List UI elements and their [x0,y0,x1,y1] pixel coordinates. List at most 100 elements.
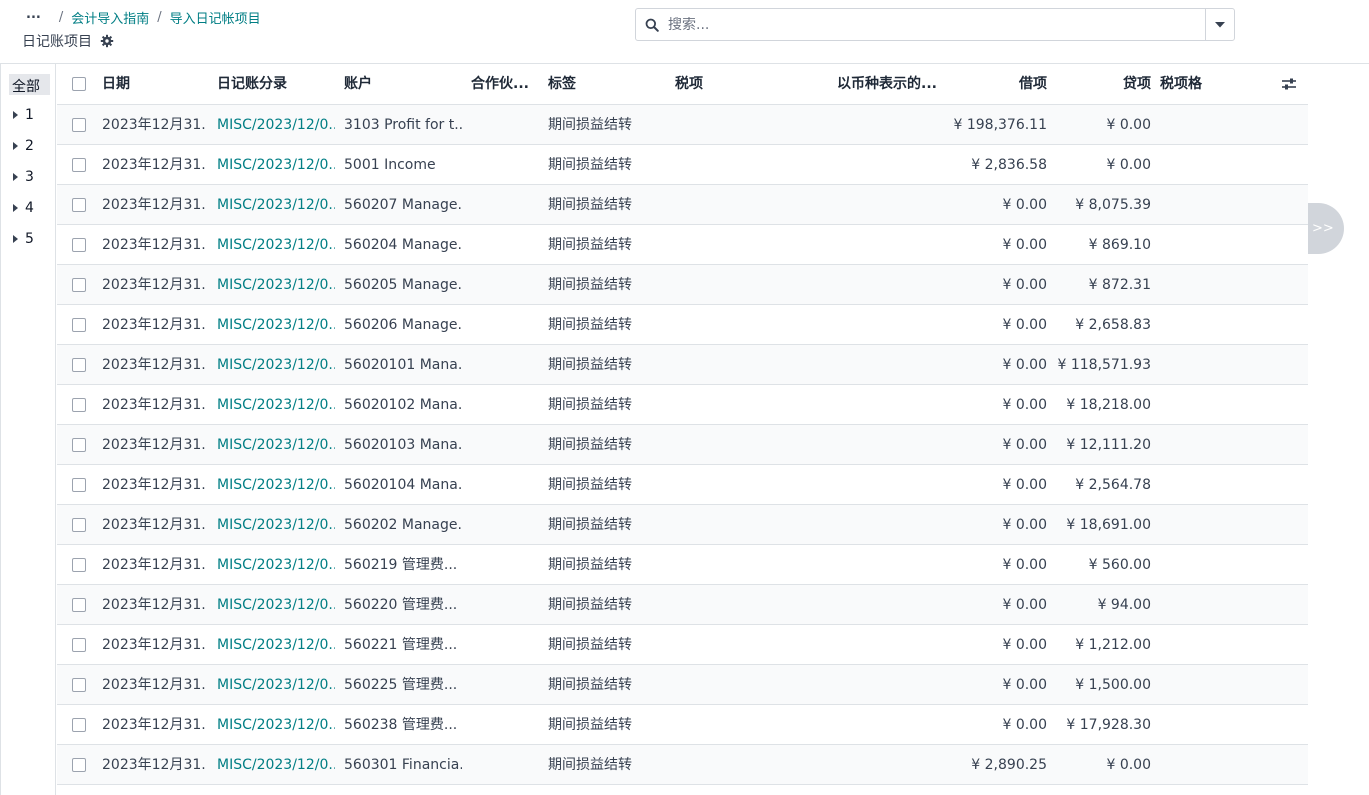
row-checkbox[interactable] [72,478,86,492]
cell-account[interactable]: 560225 管理费... [344,665,462,705]
cell-debit[interactable]: ¥ 0.00 [947,505,1047,545]
cell-partner[interactable] [471,385,533,425]
cell-tax[interactable] [675,625,735,665]
cell-journal-entry-link[interactable]: MISC/2023/12/0... [217,185,335,225]
table-row[interactable]: 2023年12月31... MISC/2023/12/0... 56020102… [57,385,1308,425]
cell-date[interactable]: 2023年12月31... [102,585,206,625]
cell-date[interactable]: 2023年12月31... [102,545,206,585]
cell-journal-entry-link[interactable]: MISC/2023/12/0... [217,745,335,785]
table-row[interactable]: 2023年12月31... MISC/2023/12/0... 560221 管… [57,625,1308,665]
row-checkbox[interactable] [72,438,86,452]
cell-account[interactable]: 560206 Manage... [344,305,462,345]
cell-debit[interactable]: ¥ 0.00 [947,665,1047,705]
cell-credit[interactable]: ¥ 94.00 [1052,585,1151,625]
cell-journal-entry-link[interactable]: MISC/2023/12/0... [217,385,335,425]
cell-credit[interactable]: ¥ 0.00 [1052,145,1151,185]
cell-tax-grid[interactable] [1160,345,1220,385]
cell-account[interactable]: 56020104 Mana... [344,465,462,505]
cell-partner[interactable] [471,705,533,745]
select-all-checkbox[interactable] [72,77,86,91]
cell-label[interactable]: 期间损益结转 [548,625,658,665]
cell-partner[interactable] [471,425,533,465]
cell-debit[interactable]: ¥ 0.00 [947,585,1047,625]
cell-date[interactable]: 2023年12月31... [102,305,206,345]
row-checkbox[interactable] [72,238,86,252]
cell-date[interactable]: 2023年12月31... [102,105,206,145]
cell-tax-grid[interactable] [1160,425,1220,465]
row-checkbox[interactable] [72,398,86,412]
row-checkbox[interactable] [72,598,86,612]
cell-label[interactable]: 期间损益结转 [548,665,658,705]
row-checkbox[interactable] [72,318,86,332]
cell-tax-grid[interactable] [1160,465,1220,505]
search-options-toggle[interactable] [1205,9,1234,40]
row-checkbox[interactable] [72,678,86,692]
cell-account[interactable]: 560207 Manage... [344,185,462,225]
cell-amount-currency[interactable] [837,625,937,665]
cell-tax-grid[interactable] [1160,265,1220,305]
cell-label[interactable]: 期间损益结转 [548,225,658,265]
cell-credit[interactable]: ¥ 560.00 [1052,545,1151,585]
cell-credit[interactable]: ¥ 12,111.20 [1052,425,1151,465]
cell-credit[interactable]: ¥ 872.31 [1052,265,1151,305]
cell-amount-currency[interactable] [837,665,937,705]
row-checkbox[interactable] [72,518,86,532]
cell-credit[interactable]: ¥ 1,212.00 [1052,625,1151,665]
cell-tax-grid[interactable] [1160,545,1220,585]
cell-debit[interactable]: ¥ 0.00 [947,545,1047,585]
table-row[interactable]: 2023年12月31... MISC/2023/12/0... 560204 M… [57,225,1308,265]
cell-tax[interactable] [675,665,735,705]
cell-journal-entry-link[interactable]: MISC/2023/12/0... [217,345,335,385]
cell-label[interactable]: 期间损益结转 [548,345,658,385]
cell-amount-currency[interactable] [837,225,937,265]
cell-journal-entry-link[interactable]: MISC/2023/12/0... [217,705,335,745]
cell-tax[interactable] [675,105,735,145]
cell-tax[interactable] [675,265,735,305]
cell-account[interactable]: 3103 Profit for t... [344,105,462,145]
column-header-credit[interactable]: 贷项 [1052,64,1151,105]
cell-tax[interactable] [675,465,735,505]
cell-partner[interactable] [471,465,533,505]
cell-journal-entry-link[interactable]: MISC/2023/12/0... [217,265,335,305]
cell-partner[interactable] [471,345,533,385]
cell-partner[interactable] [471,105,533,145]
cell-credit[interactable]: ¥ 18,691.00 [1052,505,1151,545]
table-row[interactable]: 2023年12月31... MISC/2023/12/0... 560225 管… [57,665,1308,705]
cell-date[interactable]: 2023年12月31... [102,465,206,505]
sliders-icon[interactable] [1282,77,1296,91]
cell-credit[interactable]: ¥ 2,564.78 [1052,465,1151,505]
breadcrumb-more-button[interactable]: ... [26,8,41,21]
expand-panel-button[interactable]: >> [1308,203,1344,254]
cell-journal-entry-link[interactable]: MISC/2023/12/0... [217,585,335,625]
cell-debit[interactable]: ¥ 0.00 [947,625,1047,665]
cell-amount-currency[interactable] [837,185,937,225]
cell-partner[interactable] [471,145,533,185]
table-row[interactable]: 2023年12月31... MISC/2023/12/0... 3103 Pro… [57,105,1308,145]
cell-debit[interactable]: ¥ 0.00 [947,265,1047,305]
column-header-debit[interactable]: 借项 [947,64,1047,105]
cell-amount-currency[interactable] [837,705,937,745]
cell-partner[interactable] [471,225,533,265]
cell-label[interactable]: 期间损益结转 [548,585,658,625]
cell-journal-entry-link[interactable]: MISC/2023/12/0... [217,225,335,265]
cell-account[interactable]: 560238 管理费... [344,705,462,745]
cell-tax-grid[interactable] [1160,745,1220,785]
cell-debit[interactable]: ¥ 0.00 [947,705,1047,745]
cell-credit[interactable]: ¥ 18,218.00 [1052,385,1151,425]
cell-journal-entry-link[interactable]: MISC/2023/12/0... [217,665,335,705]
table-row[interactable]: 2023年12月31... MISC/2023/12/0... 56020104… [57,465,1308,505]
cell-account[interactable]: 560301 Financia... [344,745,462,785]
breadcrumb-link-import[interactable]: 导入日记帐项目 [170,8,261,27]
sidebar-item-2[interactable]: 2 [13,136,34,156]
sidebar-item-4[interactable]: 4 [13,198,34,218]
cell-tax-grid[interactable] [1160,625,1220,665]
column-header-tax-grid[interactable]: 税项格 [1160,64,1220,105]
cell-account[interactable]: 560205 Manage... [344,265,462,305]
row-checkbox[interactable] [72,718,86,732]
table-row[interactable]: 2023年12月31... MISC/2023/12/0... 56020101… [57,345,1308,385]
cell-tax-grid[interactable] [1160,585,1220,625]
cell-tax[interactable] [675,185,735,225]
cell-debit[interactable]: ¥ 2,890.25 [947,745,1047,785]
cell-partner[interactable] [471,625,533,665]
cell-tax-grid[interactable] [1160,505,1220,545]
